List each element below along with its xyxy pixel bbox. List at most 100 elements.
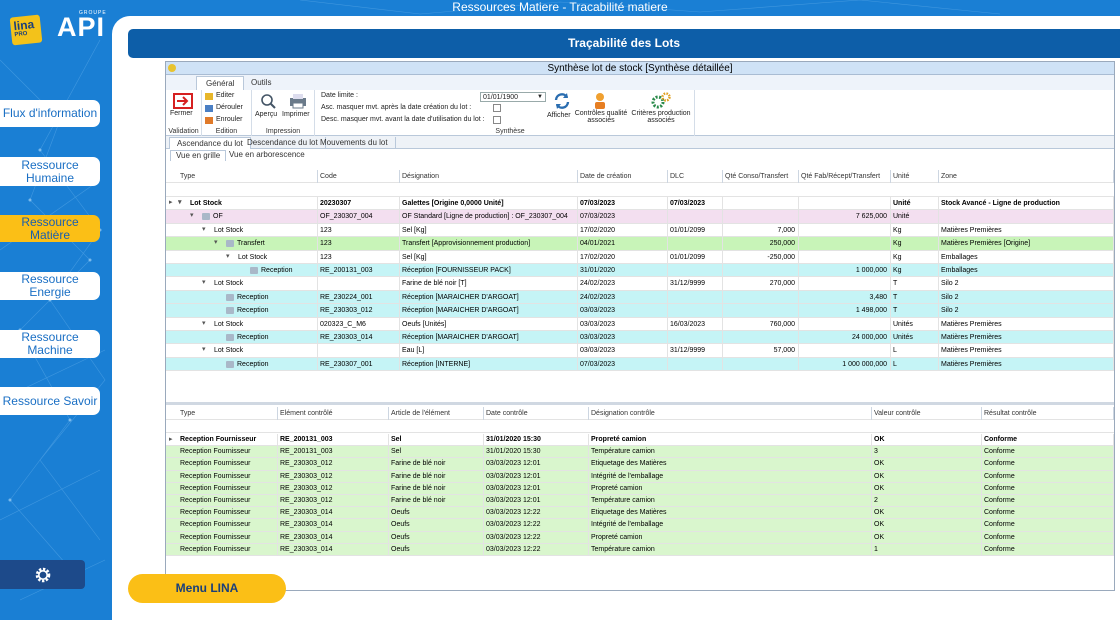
criteres-production-button[interactable]: Critères production associés (629, 92, 693, 126)
date-limite-select[interactable]: 01/01/1900 ▼ (480, 92, 546, 102)
column-header[interactable]: Qté Fab/Récept/Transfert (799, 170, 891, 183)
control-cell: 03/03/2023 12:01 (484, 495, 589, 507)
column-header[interactable]: Désignation contrôle (589, 407, 872, 420)
tree-toggle-icon[interactable]: ▾ (202, 279, 209, 287)
column-header[interactable]: Unité (891, 170, 939, 183)
controls-grid-filter-row[interactable] (166, 420, 1114, 434)
table-row[interactable]: Reception Fournisseur RE_230303_014 Oeufs 0… (166, 543, 1114, 556)
column-header[interactable]: Qté Conso/Transfert (723, 170, 799, 183)
menu-lina-button[interactable]: Menu LINA (128, 574, 286, 603)
tab-outils[interactable]: Outils (242, 76, 280, 90)
controls-grid-header: Type Elément contrôlé Article de l'élément… (166, 407, 1114, 421)
table-row[interactable]: Reception RE_230303_014 Réception [MARAICH… (166, 331, 1114, 345)
control-cell: Température camion (589, 543, 872, 556)
table-row[interactable]: Reception Fournisseur RE_230303_012 Farine… (166, 470, 1114, 483)
enrouler-button[interactable]: Enrouler (205, 116, 249, 126)
tree-toggle-icon[interactable]: ▾ (202, 226, 209, 234)
cell-dlc: 07/03/2023 (668, 197, 723, 210)
cell-unite: T (891, 304, 939, 318)
column-header[interactable]: Date contrôle (484, 407, 589, 420)
cell-conso: 7,000 (723, 223, 799, 237)
table-row[interactable]: Reception Fournisseur RE_230303_014 Oeufs 0… (166, 531, 1114, 544)
lots-grid-filter-row[interactable] (166, 183, 1114, 197)
asc-checkbox[interactable] (493, 104, 501, 112)
tab-mouvements[interactable]: Mouvements du lot (313, 137, 396, 149)
table-row[interactable]: Reception RE_230303_012 Réception [MARAICH… (166, 304, 1114, 318)
settings-button[interactable] (0, 560, 85, 589)
table-row[interactable]: ▾ Lot Stock 020323_C_M6 Oeufs [Unités] 03/03… (166, 317, 1114, 331)
fermer-button[interactable]: Fermer (168, 93, 198, 121)
cell-designation: Galettes [Origine 0,0000 Unité] (400, 197, 578, 210)
tree-toggle-icon[interactable]: ▾ (226, 253, 233, 261)
table-row[interactable]: Reception Fournisseur RE_230303_014 Oeufs 0… (166, 519, 1114, 532)
validation-label: Validation (168, 128, 199, 135)
group-edition: Editer Dérouler Enrouler Edition (202, 90, 252, 136)
cell-fab (799, 344, 891, 358)
nav-ressource-savoir[interactable]: Ressource Savoir (0, 387, 100, 415)
column-header[interactable]: Désignation (400, 170, 578, 183)
control-cell: Reception Fournisseur (178, 458, 278, 471)
table-row[interactable]: ▾ Lot Stock Farine de blé noir [T] 24/02/20… (166, 277, 1114, 291)
column-header[interactable]: Type (178, 407, 278, 420)
cell-conso: 250,000 (723, 237, 799, 251)
derouler-button[interactable]: Dérouler (205, 104, 249, 114)
table-row[interactable]: Reception Fournisseur RE_230303_012 Farine… (166, 482, 1114, 495)
table-row[interactable]: Reception RE_230224_001 Réception [MARAICH… (166, 290, 1114, 305)
nav-flux-information[interactable]: Flux d'information (0, 100, 100, 127)
cell-dlc: 31/12/9999 (668, 277, 723, 291)
column-header[interactable]: Code (318, 170, 400, 183)
tree-toggle-icon[interactable]: ▾ (190, 212, 197, 220)
afficher-button[interactable]: Afficher (547, 92, 575, 124)
editer-button[interactable]: Editer (205, 92, 249, 102)
column-header[interactable]: Article de l'élément (389, 407, 484, 420)
control-cell: OK (872, 519, 982, 532)
cell-date: 24/02/2023 (578, 290, 668, 304)
nav-ressource-matiere[interactable]: Ressource Matière (0, 215, 100, 242)
column-header[interactable]: Valeur contrôle (872, 407, 982, 420)
nav-ressource-energie[interactable]: Ressource Energie (0, 272, 100, 300)
table-row[interactable]: Reception Fournisseur RE_230303_014 Oeufs 0… (166, 507, 1114, 520)
column-header[interactable]: Type (178, 170, 318, 183)
tab-vue-arborescence[interactable]: Vue en arborescence (224, 150, 310, 161)
column-header[interactable]: Date de création (578, 170, 668, 183)
nav-ressource-machine[interactable]: Ressource Machine (0, 330, 100, 358)
tree-toggle-icon[interactable]: ▾ (202, 320, 209, 328)
table-row[interactable]: ▸ ▾ Lot Stock 20230307 Galettes [Origine 0,0… (166, 197, 1114, 211)
control-cell: 03/03/2023 12:01 (484, 470, 589, 483)
table-row[interactable]: Reception Fournisseur RE_230303_012 Farine… (166, 458, 1114, 471)
tree-toggle-icon[interactable]: ▾ (214, 239, 221, 247)
apercu-button[interactable]: Aperçu (255, 93, 281, 121)
column-header[interactable]: Résultat contrôle (982, 407, 1114, 420)
tree-toggle-icon[interactable]: ▾ (202, 346, 209, 354)
table-row[interactable]: Reception RE_230307_001 Réception [INTERNE… (166, 357, 1114, 372)
table-row[interactable]: Reception Fournisseur RE_230303_012 Farine… (166, 495, 1114, 508)
controles-qualite-button[interactable]: Contrôles qualité associés (573, 92, 629, 126)
tab-ascendance[interactable]: Ascendance du lot (169, 137, 251, 149)
table-row[interactable]: ▾ Lot Stock 123 Sel [Kg] 17/02/2020 01/01/209… (166, 250, 1114, 264)
cell-fab: 7 625,000 (799, 210, 891, 224)
control-cell: 03/03/2023 12:01 (484, 482, 589, 495)
tree-toggle-icon[interactable]: ▾ (178, 199, 185, 207)
control-cell: Reception Fournisseur (178, 470, 278, 483)
control-cell: 03/03/2023 12:22 (484, 519, 589, 532)
table-row[interactable]: ▾ OF OF_230307_004 OF Standard [Ligne de pr… (166, 210, 1114, 224)
desc-checkbox[interactable] (493, 116, 501, 124)
cell-code: OF_230307_004 (318, 210, 400, 224)
nav-ressource-humaine[interactable]: Ressource Humaine (0, 157, 100, 186)
column-header[interactable]: DLC (668, 170, 723, 183)
table-row[interactable]: Reception Fournisseur RE_200131_003 Sel 31/… (166, 446, 1114, 459)
splitter[interactable] (166, 402, 1114, 405)
table-row[interactable]: ▾ Transfert 123 Transfert [Approvisionnemen… (166, 237, 1114, 251)
table-row[interactable]: Reception RE_200131_003 Réception [FOURNIS… (166, 264, 1114, 278)
pin-icon[interactable] (168, 64, 176, 72)
table-row[interactable]: ▸ Reception Fournisseur RE_200131_003 Sel 31… (166, 434, 1114, 447)
column-header[interactable]: Elément contrôlé (278, 407, 389, 420)
tab-vue-grille[interactable]: Vue en grille (170, 150, 227, 161)
imprimer-button[interactable]: Imprimer (282, 93, 314, 121)
tab-general[interactable]: Général (196, 76, 245, 90)
movement-icon (202, 213, 210, 221)
control-cell: Oeufs (389, 543, 484, 556)
table-row[interactable]: ▾ Lot Stock Eau [L] 03/03/2023 31/12/9999 57,… (166, 344, 1114, 358)
table-row[interactable]: ▾ Lot Stock 123 Sel [Kg] 17/02/2020 01/01/209… (166, 223, 1114, 238)
column-header[interactable]: Zone (939, 170, 1114, 183)
